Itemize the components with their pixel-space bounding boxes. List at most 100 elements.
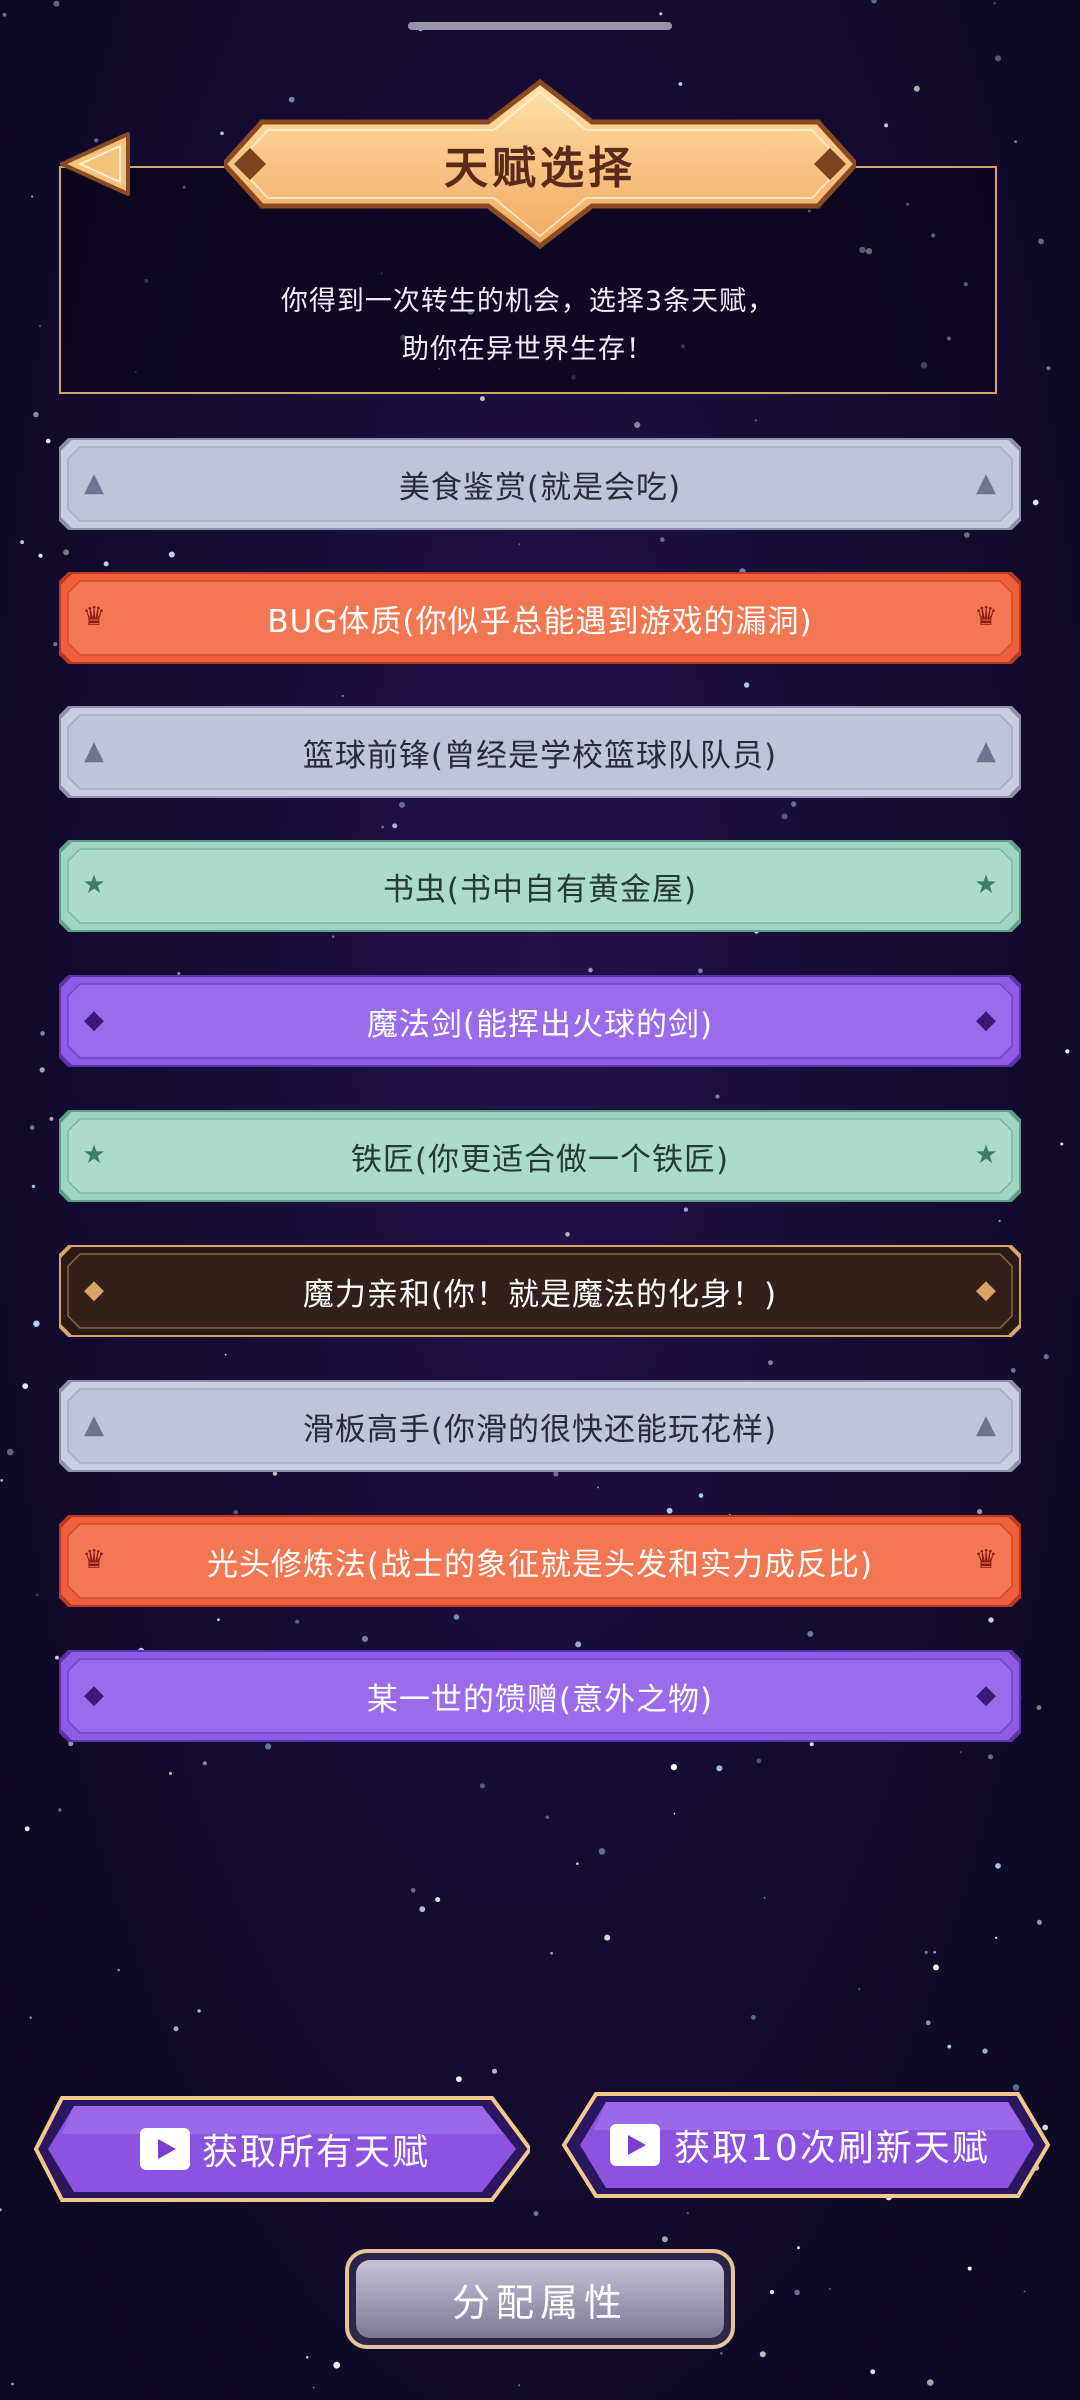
- talent-option[interactable]: ★ 铁匠(你更适合做一个铁匠) ★: [59, 1110, 1021, 1202]
- star: [518, 543, 521, 546]
- talent-option[interactable]: ▲ 篮球前锋(曾经是学校篮球队队员) ▲: [59, 706, 1021, 798]
- talent-label: BUG体质(你似乎总能遇到游戏的漏洞): [267, 603, 813, 640]
- star: [1065, 1049, 1070, 1054]
- star: [419, 1906, 426, 1913]
- header-description: 你得到一次转生的机会，选择3条天赋， 助你在异世界生存！: [61, 278, 995, 374]
- star: [45, 438, 51, 444]
- star: [768, 1360, 773, 1366]
- star: [683, 1207, 689, 1212]
- star: [1023, 2290, 1026, 2293]
- star: [809, 1742, 814, 1747]
- star: [884, 123, 889, 128]
- get-refresh-button[interactable]: 获取10次刷新天赋: [560, 2090, 1052, 2200]
- back-button[interactable]: [58, 130, 134, 198]
- triangle-icon: ▲: [976, 1410, 996, 1440]
- allocate-attributes-label: 分配属性: [451, 2280, 628, 2325]
- video-play-icon: [610, 2124, 660, 2166]
- talent-option[interactable]: ◆ 某一世的馈赠(意外之物) ◆: [59, 1650, 1021, 1742]
- star: [31, 1184, 36, 1189]
- star: [993, 2, 996, 5]
- star: [29, 2016, 32, 2019]
- star: [1036, 1705, 1042, 1711]
- star: [977, 1509, 983, 1515]
- star: [720, 2352, 723, 2355]
- talent-option[interactable]: ▲ 美食鉴赏(就是会吃) ▲: [59, 438, 1021, 530]
- get-refresh-label: 获取10次刷新天赋: [674, 2128, 990, 2169]
- star: [341, 694, 344, 697]
- talent-label: 铁匠(你更适合做一个铁匠): [350, 1141, 730, 1178]
- star: [750, 2014, 756, 2020]
- star: [797, 2246, 800, 2250]
- star: [312, 2386, 315, 2389]
- allocate-attributes-button[interactable]: 分配属性: [344, 2248, 736, 2350]
- talent-label: 魔法剑(能挥出火球的剑): [366, 1006, 714, 1043]
- star: [933, 1950, 936, 1954]
- star: [39, 325, 41, 328]
- star: [634, 421, 641, 428]
- star: [453, 1614, 460, 1620]
- star: [361, 1635, 369, 1642]
- star-icon: ★: [974, 870, 998, 900]
- star: [168, 1771, 173, 1775]
- star: [11, 2382, 14, 2386]
- star: [2, 12, 7, 17]
- star: [871, 0, 877, 4]
- star: [553, 1471, 559, 1477]
- star: [217, 1618, 220, 1622]
- talent-option[interactable]: ◆ 魔法剑(能挥出火球的剑) ◆: [59, 975, 1021, 1067]
- star: [58, 1808, 62, 1812]
- gem-icon: ◆: [976, 1680, 996, 1710]
- triangle-icon: ▲: [976, 468, 996, 498]
- star: [272, 1471, 278, 1476]
- star: [39, 1067, 45, 1073]
- star: [492, 2068, 497, 2074]
- talent-option[interactable]: ▲ 滑板高手(你滑的很快还能玩花样) ▲: [59, 1380, 1021, 1472]
- talent-label: 光头修炼法(战士的象征就是头发和实力成反比): [206, 1546, 874, 1583]
- star: [759, 2351, 766, 2358]
- talent-option[interactable]: ♛ 光头修炼法(战士的象征就是头发和实力成反比) ♛: [59, 1515, 1021, 1607]
- star: [20, 540, 25, 545]
- star: [33, 1320, 40, 1327]
- star: [870, 2369, 876, 2375]
- star: [331, 935, 335, 939]
- star: [38, 553, 43, 558]
- star: [781, 813, 788, 820]
- star: [588, 967, 593, 973]
- talent-option[interactable]: ♛ BUG体质(你似乎总能遇到游戏的漏洞) ♛: [59, 572, 1021, 664]
- star: [30, 195, 34, 198]
- star: [698, 968, 703, 974]
- star: [1014, 140, 1017, 144]
- star: [995, 55, 1001, 62]
- star: [925, 2020, 931, 2026]
- star: [202, 1761, 207, 1766]
- star: [29, 1125, 35, 1130]
- star: [828, 2287, 831, 2290]
- star: [479, 396, 485, 402]
- star: [305, 2356, 309, 2359]
- star: [40, 1031, 45, 1036]
- star: [963, 532, 970, 538]
- star: [666, 1507, 673, 1514]
- star-icon: ★: [974, 1140, 998, 1170]
- star: [1032, 499, 1039, 506]
- star: [598, 1848, 606, 1855]
- star: [1046, 366, 1051, 371]
- star: [743, 682, 750, 688]
- drag-handle[interactable]: [408, 22, 672, 30]
- star: [410, 1888, 416, 1893]
- star: [715, 1094, 720, 1099]
- get-all-talents-button[interactable]: 获取所有天赋: [32, 2094, 533, 2204]
- star: [68, 1741, 74, 1747]
- star: [988, 1754, 993, 1760]
- star: [660, 537, 665, 542]
- star: [995, 1863, 1001, 1869]
- star: [0, 1479, 4, 1482]
- star: [794, 2289, 800, 2296]
- star: [565, 1232, 570, 1237]
- talent-option[interactable]: ★ 书虫(书中自有黄金屋) ★: [59, 840, 1021, 932]
- star: [233, 1509, 239, 1515]
- diamond-icon: ◆: [976, 1275, 996, 1305]
- star: [858, 1988, 861, 1991]
- talent-option[interactable]: ◆ 魔力亲和(你！就是魔法的化身！) ◆: [59, 1245, 1021, 1337]
- star: [673, 1812, 676, 1815]
